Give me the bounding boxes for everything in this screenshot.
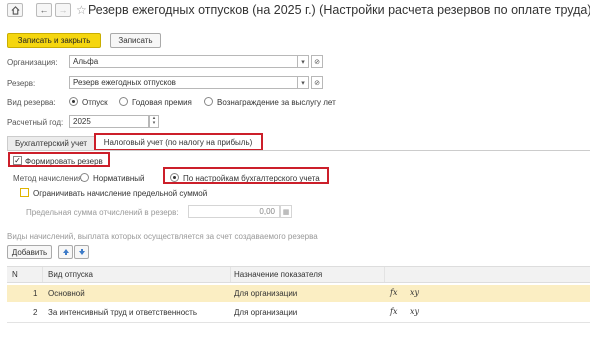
row-kind[interactable]: Основной xyxy=(48,289,85,298)
radio-vacation-label: Отпуск xyxy=(82,98,108,107)
table-row[interactable] xyxy=(7,285,590,302)
row-number: 1 xyxy=(33,289,38,298)
org-label: Организация: xyxy=(7,58,58,67)
reserve-field[interactable]: Резерв ежегодных отпусков xyxy=(69,76,298,89)
reserve-label: Резерв: xyxy=(7,79,36,88)
move-down-button[interactable] xyxy=(74,245,89,259)
radio-seniority-reward-label: Вознаграждение за выслугу лет xyxy=(217,98,336,107)
max-sum-field[interactable]: 0,00 xyxy=(188,205,280,218)
radio-vacation[interactable] xyxy=(69,97,78,106)
radio-annual-bonus[interactable] xyxy=(119,97,128,106)
save-and-close-button[interactable]: Записать и закрыть xyxy=(7,33,101,48)
row-purpose[interactable]: Для организации xyxy=(234,308,297,317)
save-button[interactable]: Записать xyxy=(110,33,161,48)
back-button[interactable]: ← xyxy=(36,3,52,17)
column-divider xyxy=(384,267,385,282)
column-divider xyxy=(42,267,43,282)
star-icon[interactable]: ☆ xyxy=(76,3,87,17)
year-label: Расчетный год: xyxy=(7,118,64,127)
add-button[interactable]: Добавить xyxy=(7,245,52,259)
column-header-n[interactable]: N xyxy=(12,270,18,279)
link-icon: ⊘ xyxy=(314,79,320,87)
max-sum-label: Предельная сумма отчислений в резерв: xyxy=(26,208,179,217)
org-field[interactable]: Альфа xyxy=(69,55,298,68)
arrow-left-icon: ← xyxy=(39,5,49,15)
chevron-down-icon: ▾ xyxy=(301,58,305,66)
tab-highlight xyxy=(94,133,263,151)
radio-normative[interactable] xyxy=(80,173,89,182)
limit-checkbox[interactable] xyxy=(20,188,29,197)
row-kind[interactable]: За интенсивный труд и ответственность xyxy=(48,308,197,317)
forward-button[interactable]: → xyxy=(55,3,71,17)
reserve-kind-label: Вид резерва: xyxy=(7,98,56,107)
home-icon xyxy=(11,5,19,15)
org-open-button[interactable]: ⊘ xyxy=(311,55,323,68)
table-bottom-border xyxy=(7,322,590,323)
home-button[interactable] xyxy=(7,3,23,17)
row-number: 2 xyxy=(33,308,38,317)
fx-icon[interactable]: fx xyxy=(390,288,397,297)
org-dropdown-button[interactable]: ▾ xyxy=(297,55,309,68)
form-reserve-highlight xyxy=(8,152,110,167)
reserve-open-button[interactable]: ⊘ xyxy=(311,76,323,89)
year-field[interactable]: 2025 xyxy=(69,115,149,128)
radio-annual-bonus-label: Годовая премия xyxy=(132,98,192,107)
arrow-up-icon xyxy=(62,249,69,255)
chevron-down-icon: ▾ xyxy=(301,79,305,87)
window-title: Резерв ежегодных отпусков (на 2025 г.) (… xyxy=(88,3,590,17)
xy-icon[interactable]: xy xyxy=(410,307,419,316)
calculator-button[interactable]: ▦ xyxy=(280,205,292,218)
column-header-kind[interactable]: Вид отпуска xyxy=(48,270,93,279)
arrow-down-icon xyxy=(78,249,85,255)
radio-normative-label: Нормативный xyxy=(93,174,145,183)
method-highlight xyxy=(163,167,329,184)
row-purpose[interactable]: Для организации xyxy=(234,289,297,298)
reserve-dropdown-button[interactable]: ▾ xyxy=(297,76,309,89)
radio-seniority-reward[interactable] xyxy=(204,97,213,106)
link-icon: ⊘ xyxy=(314,58,320,66)
calculator-icon: ▦ xyxy=(282,208,290,216)
tab-accounting[interactable]: Бухгалтерский учет xyxy=(7,136,95,150)
accruals-section-title: Виды начислений, выплата которых осущест… xyxy=(7,232,318,241)
year-spin-button[interactable]: ▴ ▾ xyxy=(149,115,159,128)
column-divider xyxy=(230,267,231,282)
tabs-divider xyxy=(7,150,590,151)
xy-icon[interactable]: xy xyxy=(410,288,419,297)
column-header-purpose[interactable]: Назначение показателя xyxy=(234,270,322,279)
arrow-right-icon: → xyxy=(58,5,68,15)
limit-label: Ограничивать начисление предельной суммо… xyxy=(33,189,208,198)
fx-icon[interactable]: fx xyxy=(390,307,397,316)
method-label: Метод начисления: xyxy=(13,174,85,183)
move-up-button[interactable] xyxy=(58,245,73,259)
